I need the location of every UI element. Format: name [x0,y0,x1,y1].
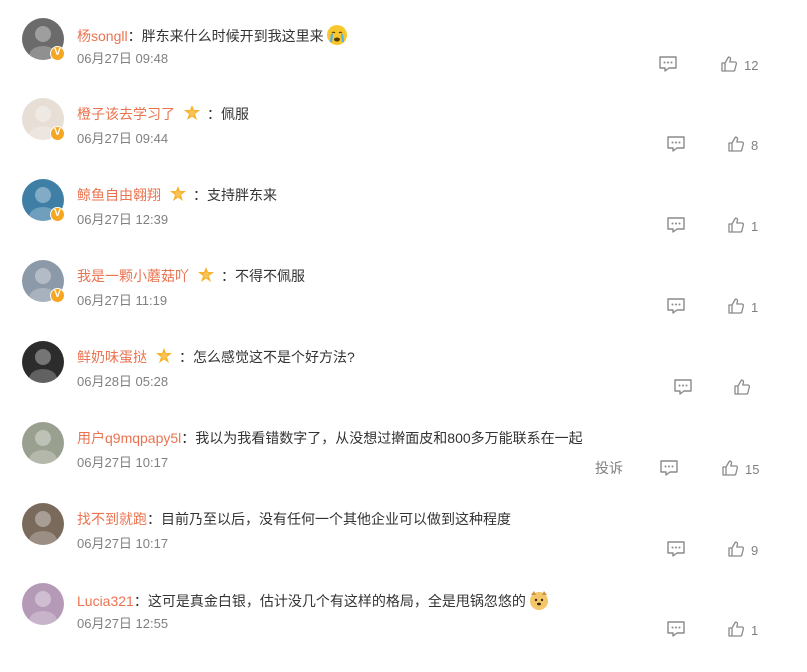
colon-separator: ： [221,268,235,284]
like-count: 8 [751,138,759,153]
comment-item: V 鲸鱼自由翱翔 ：支持胖东来 06月27日 12:39 1 [0,179,807,260]
reply-icon[interactable] [659,459,679,477]
username-link[interactable]: 鲜奶味蛋挞 [77,349,147,365]
comment-text: 胖东来什么时候开到我这里来 [141,28,324,44]
like-count: 1 [751,300,759,315]
comment-date: 06月27日 09:44 [77,131,169,146]
colon-separator: ： [133,593,148,609]
like-count: 1 [751,219,759,234]
reply-icon[interactable] [666,216,686,234]
like-count: 1 [751,623,759,638]
username-link[interactable]: 我是一颗小蘑菇吖 [77,268,189,284]
comment-date: 06月28日 05:28 [77,374,169,389]
colon-separator: ： [181,430,196,446]
comment-line: 鲸鱼自由翱翔 ：支持胖东来 [77,185,277,205]
like-button[interactable]: 15 [721,459,759,477]
like-button[interactable]: 12 [720,55,758,73]
reply-icon[interactable] [673,378,693,396]
comment-text: 目前乃至以后，没有任何一个其他企业可以做到这种程度 [161,511,511,527]
comment-text: 我以为我看错数字了，从没想过擀面皮和800多万能联系在一起 [195,430,583,446]
comment-item: 找不到就跑：目前乃至以后，没有任何一个其他企业可以做到这种程度 06月27日 10… [0,503,807,584]
colon-separator: ： [179,349,193,365]
like-button[interactable]: 9 [727,540,758,558]
fan-badge-icon [147,348,179,365]
like-button[interactable]: 1 [727,620,758,638]
comment-text: 怎么感觉这不是个好方法? [193,349,355,365]
like-count: 9 [751,543,759,558]
username-link[interactable]: 橙子该去学习了 [77,106,175,122]
crying-face-emoji-icon [324,25,348,45]
like-button[interactable] [733,378,757,396]
verified-badge-icon: V [50,126,65,141]
thumbs-up-icon [727,621,745,638]
colon-separator: ： [193,187,207,203]
comment-text: 佩服 [221,106,249,122]
colon-separator: ： [147,511,161,527]
avatar[interactable] [22,341,64,383]
comment-item: 鲜奶味蛋挞 ：怎么感觉这不是个好方法? 06月28日 05:28 [0,341,807,422]
comment-date: 06月27日 11:19 [77,293,168,308]
colon-separator: ： [207,106,221,122]
comment-line: 用户q9mqpapy5l：我以为我看错数字了，从没想过擀面皮和800多万能联系在… [77,428,583,448]
reply-icon[interactable] [666,620,686,638]
like-button[interactable]: 1 [727,216,758,234]
like-button[interactable]: 8 [727,135,758,153]
comment-line: 我是一颗小蘑菇吖 ：不得不佩服 [77,266,305,286]
reply-icon[interactable] [666,540,686,558]
like-button[interactable]: 1 [727,297,758,315]
comment-text: 这可是真金白银，估计没几个有这样的格局，全是甩锅忽悠的 [147,593,526,609]
fan-badge-icon [175,105,207,122]
comment-date: 06月27日 12:39 [77,212,169,227]
report-link[interactable]: 投诉 [595,458,623,478]
comment-item: V 杨songll：胖东来什么时候开到我这里来 06月27日 09:48 12 [0,18,807,99]
thumbs-up-icon [727,298,745,315]
avatar[interactable] [22,503,64,545]
comment-date: 06月27日 10:17 [77,536,169,551]
colon-separator: ： [127,28,142,44]
verified-badge-icon: V [50,46,65,61]
comment-line: 找不到就跑：目前乃至以后，没有任何一个其他企业可以做到这种程度 [77,509,511,529]
reply-icon[interactable] [658,55,678,73]
username-link[interactable]: 鲸鱼自由翱翔 [77,187,161,203]
comment-line: 橙子该去学习了 ：佩服 [77,104,249,124]
comment-date: 06月27日 09:48 [77,51,169,66]
like-count: 15 [745,462,760,477]
verified-badge-icon: V [50,207,65,222]
reply-icon[interactable] [666,297,686,315]
avatar[interactable] [22,583,64,625]
username-link[interactable]: 用户q9mqpapy5l [77,430,181,446]
username-link[interactable]: 杨songll [77,28,128,44]
like-count: 12 [744,58,759,73]
thumbs-up-icon [720,56,738,73]
username-link[interactable]: 找不到就跑 [77,511,147,527]
fan-badge-icon [189,267,221,284]
reply-icon[interactable] [666,135,686,153]
comment-line: 鲜奶味蛋挞 ：怎么感觉这不是个好方法? [77,347,355,367]
thumbs-up-icon [721,460,739,477]
comment-item: V 橙子该去学习了 ：佩服 06月27日 09:44 8 [0,98,807,179]
avatar[interactable] [22,422,64,464]
comment-date: 06月27日 10:17 [77,455,169,470]
comment-text: 不得不佩服 [235,268,305,284]
verified-badge-icon: V [50,288,65,303]
comment-item: Lucia321：这可是真金白银，估计没几个有这样的格局，全是甩锅忽悠的 06月2… [0,583,807,664]
comment-date: 06月27日 12:55 [77,616,169,631]
thumbs-up-icon [727,136,745,153]
username-link[interactable]: Lucia321 [77,593,134,609]
thumbs-up-icon [727,217,745,234]
comment-text: 支持胖东来 [207,187,277,203]
thumbs-up-icon [727,541,745,558]
comment-item: V 我是一颗小蘑菇吖 ：不得不佩服 06月27日 11:19 1 [0,260,807,341]
fan-badge-icon [161,186,193,203]
thumbs-up-icon [733,379,751,396]
comment-item: 用户q9mqpapy5l：我以为我看错数字了，从没想过擀面皮和800多万能联系在… [0,422,807,503]
dog-face-emoji-icon [526,591,550,610]
comment-line: 杨songll：胖东来什么时候开到我这里来 [77,24,348,46]
comment-line: Lucia321：这可是真金白银，估计没几个有这样的格局，全是甩锅忽悠的 [77,589,550,611]
